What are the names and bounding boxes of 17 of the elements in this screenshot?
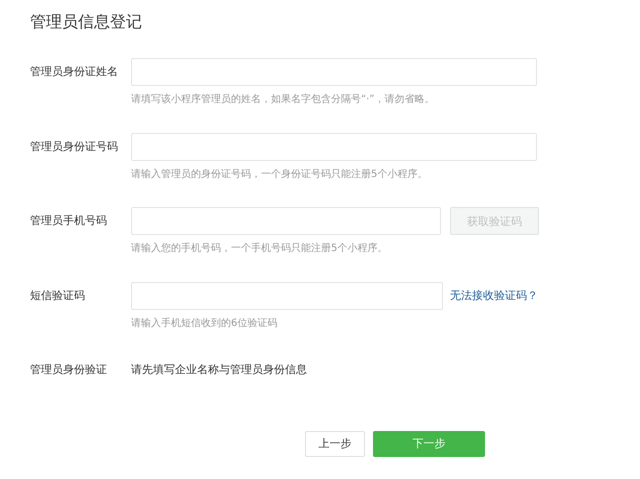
field-label: 短信验证码 [30, 288, 86, 304]
input-field[interactable] [131, 207, 441, 235]
field-label: 管理员身份证姓名 [30, 64, 119, 80]
field-label: 管理员身份验证 [30, 362, 108, 378]
page-title: 管理员信息登记 [30, 11, 143, 33]
field-label: 管理员手机号码 [30, 213, 108, 229]
hint-text: 请填写该小程序管理员的姓名，如果名字包含分隔号“·”，请勿省略。 [131, 92, 436, 106]
input-field[interactable] [131, 282, 443, 310]
info-text: 请先填写企业名称与管理员身份信息 [131, 362, 307, 378]
hint-text: 请输入您的手机号码，一个手机号码只能注册5个小程序。 [131, 242, 388, 255]
input-field[interactable] [131, 132, 537, 160]
field-label: 管理员身份证号码 [30, 138, 119, 154]
hint-text: 请输入手机短信收到的6位验证码 [131, 316, 278, 330]
input-field[interactable] [131, 58, 537, 86]
back-button[interactable]: 上一步 [305, 430, 365, 456]
help-link[interactable]: 无法接收验证码？ [450, 288, 538, 303]
hint-text: 请输入管理员的身份证号码，一个身份证号码只能注册5个小程序。 [131, 168, 428, 180]
